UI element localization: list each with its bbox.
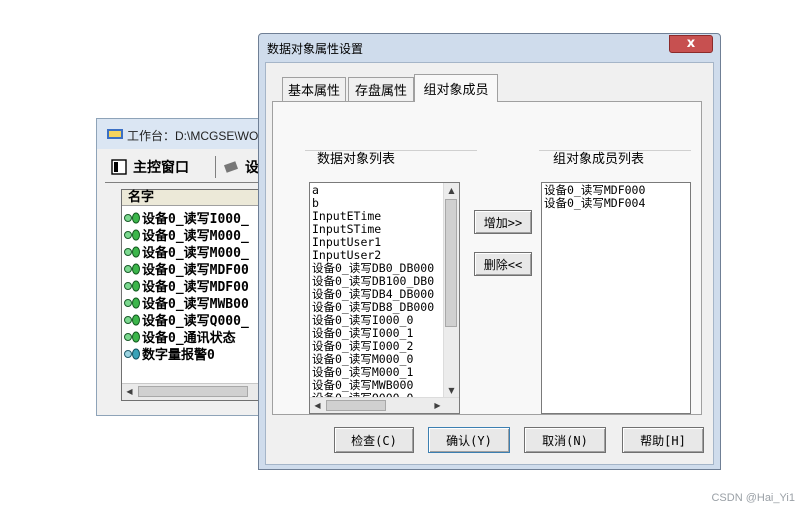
dialog-client-area: 基本属性 存盘属性 组对象成员 数据对象列表 a b InputETime In… (265, 62, 714, 465)
list-item[interactable]: 设备0_读写Q000_ (124, 311, 249, 329)
green-db-icon (124, 314, 140, 326)
tab-basic-properties[interactable]: 基本属性 (282, 77, 346, 101)
scroll-right-arrow-icon[interactable]: ▶ (430, 398, 445, 413)
list-item[interactable]: 设备0_读写M000_ (124, 226, 249, 244)
group-member-listbox[interactable]: 设备0_读写MDF000 设备0_读写MDF004 (541, 182, 691, 414)
add-button[interactable]: 增加>> (474, 210, 532, 234)
list-item[interactable]: 设备0_读写I000_ (124, 209, 249, 227)
tab-divider (215, 156, 216, 178)
green-db-icon (124, 263, 140, 275)
workbench-titlebar: 工作台：D:\MCGSE\WO (97, 119, 273, 149)
window-icon (111, 159, 127, 175)
tab-main-window[interactable]: 主控窗口 (111, 154, 189, 180)
tab-device[interactable]: 设 (223, 154, 259, 180)
scrollbar-thumb[interactable] (445, 199, 457, 327)
cancel-button[interactable]: 取消(N) (524, 427, 606, 453)
list-item[interactable]: 设备0_读写M000_ (124, 243, 249, 261)
scroll-down-arrow-icon[interactable]: ▼ (444, 383, 459, 398)
tab-storage-properties[interactable]: 存盘属性 (348, 77, 414, 101)
green-db-icon (124, 212, 140, 224)
object-properties-dialog: 数据对象属性设置 x 基本属性 存盘属性 组对象成员 数据对象列表 a b In… (258, 33, 721, 470)
tab-group-members[interactable]: 组对象成员 (414, 74, 498, 102)
list-item[interactable]: 设备0_通讯状态 (124, 328, 236, 346)
horizontal-scrollbar[interactable]: ◀ (122, 383, 270, 400)
delete-button[interactable]: 删除<< (474, 252, 532, 276)
vertical-scrollbar[interactable]: ▲ ▼ (443, 183, 459, 399)
data-object-listbox[interactable]: a b InputETime InputSTime InputUser1 Inp… (309, 182, 460, 414)
check-button[interactable]: 检查(C) (334, 427, 414, 453)
device-icon (223, 161, 239, 173)
tab-main-window-label: 主控窗口 (133, 160, 189, 176)
mcgs-app-icon (107, 129, 123, 139)
group-member-list-label: 组对象成员列表 (553, 152, 645, 167)
green-db-icon (124, 297, 140, 309)
horizontal-scrollbar[interactable]: ◀ ▶ (310, 397, 459, 413)
workbench-window: 工作台：D:\MCGSE\WO 主控窗口 设 名字 设备0_读写I000_ 设备… (96, 118, 275, 416)
ok-button[interactable]: 确认(Y) (428, 427, 510, 453)
workbench-tabs: 主控窗口 设 (105, 154, 275, 183)
list-item[interactable]: 设备0_读写MDF004 (544, 197, 645, 210)
tab-device-label: 设 (245, 160, 259, 176)
scrollbar-thumb[interactable] (326, 400, 386, 411)
green-db-icon (124, 331, 140, 343)
teal-db-icon (124, 348, 140, 360)
scroll-left-arrow-icon[interactable]: ◀ (122, 384, 137, 399)
green-db-icon (124, 280, 140, 292)
scroll-up-arrow-icon[interactable]: ▲ (444, 183, 459, 198)
object-list[interactable]: 名字 设备0_读写I000_ 设备0_读写M000_ 设备0_读写M000_ 设… (121, 189, 271, 401)
column-header-name[interactable]: 名字 (122, 190, 270, 206)
help-button[interactable]: 帮助[H] (622, 427, 704, 453)
list-item[interactable]: 设备0_读写MDF00 (124, 260, 249, 278)
list-item[interactable]: 设备0_读写MWB00 (124, 294, 249, 312)
close-button[interactable]: x (669, 35, 713, 53)
watermark: CSDN @Hai_Yi1 (711, 492, 795, 504)
green-db-icon (124, 246, 140, 258)
data-object-list-label: 数据对象列表 (317, 152, 396, 167)
scroll-left-arrow-icon[interactable]: ◀ (310, 398, 325, 413)
list-item[interactable]: 设备0_读写MDF00 (124, 277, 249, 295)
scrollbar-thumb[interactable] (138, 386, 248, 397)
group-members-panel: 数据对象列表 a b InputETime InputSTime InputUs… (272, 101, 702, 415)
workbench-title: 工作台：D:\MCGSE\WO (127, 129, 259, 143)
green-db-icon (124, 229, 140, 241)
dialog-title: 数据对象属性设置 (267, 42, 364, 56)
list-item[interactable]: 数字量报警0 (124, 345, 215, 363)
